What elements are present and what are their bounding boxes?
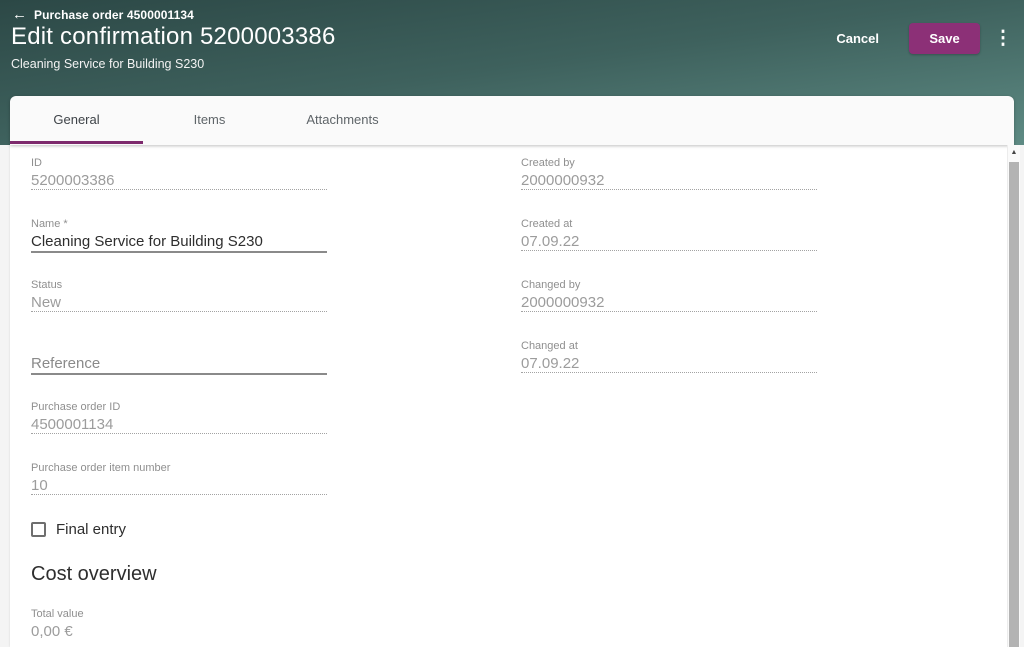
field-purchase-order-id-value: 4500001134: [31, 416, 327, 434]
general-form-panel: ID 5200003386 Name * Status New Purchase…: [10, 145, 1014, 647]
field-reference-label: [31, 340, 327, 352]
field-purchase-order-item-number-label: Purchase order item number: [31, 462, 171, 474]
field-created-at-label: Created at: [521, 218, 573, 230]
scroll-up-icon[interactable]: ▲: [1008, 145, 1020, 161]
tab-general-label: General: [53, 112, 100, 127]
field-total-value-label: Total value: [31, 608, 84, 620]
field-changed-at-label: Changed at: [521, 340, 578, 352]
tab-attachments[interactable]: Attachments: [276, 96, 409, 144]
field-created-by-label: Created by: [521, 157, 575, 169]
field-status: Status New: [31, 279, 327, 312]
field-created-at-value: 07.09.22: [521, 233, 817, 251]
tab-attachments-label: Attachments: [306, 112, 379, 127]
final-entry-checkbox[interactable]: [31, 522, 46, 537]
cost-overview-heading: Cost overview: [31, 563, 157, 585]
save-button[interactable]: Save: [909, 22, 980, 54]
field-purchase-order-id: Purchase order ID 4500001134: [31, 401, 327, 434]
field-created-by-value: 2000000932: [521, 172, 817, 190]
vertical-scrollbar[interactable]: ▲: [1007, 145, 1020, 647]
tab-bar: General Items Attachments: [10, 96, 1014, 145]
page-subtitle: Cleaning Service for Building S230: [11, 57, 205, 71]
back-arrow-icon[interactable]: ←: [12, 7, 27, 22]
final-entry-row[interactable]: Final entry: [31, 521, 126, 538]
field-reference: [31, 340, 327, 375]
cancel-button[interactable]: Cancel: [824, 31, 891, 46]
back-link-label[interactable]: Purchase order 4500001134: [34, 8, 194, 22]
overflow-menu-icon[interactable]: ⋮: [992, 29, 1014, 48]
tab-items-label: Items: [193, 112, 226, 127]
field-total-value-value: 0,00 €: [31, 623, 73, 640]
field-changed-by: Changed by 2000000932: [521, 279, 817, 312]
field-total-value: Total value 0,00 €: [31, 608, 327, 641]
back-link[interactable]: ← Purchase order 4500001134: [12, 7, 194, 22]
active-tab-indicator: [10, 141, 143, 144]
tab-general[interactable]: General: [10, 96, 143, 144]
field-purchase-order-item-number-value: 10: [31, 477, 327, 495]
field-created-at: Created at 07.09.22: [521, 218, 817, 251]
field-changed-at-value: 07.09.22: [521, 355, 817, 373]
field-status-value: New: [31, 294, 327, 312]
field-changed-at: Changed at 07.09.22: [521, 340, 817, 373]
field-id: ID 5200003386: [31, 157, 327, 190]
field-created-by: Created by 2000000932: [521, 157, 817, 190]
header-actions: Cancel Save ⋮: [824, 22, 1016, 54]
field-changed-by-label: Changed by: [521, 279, 581, 291]
reference-input[interactable]: [31, 354, 327, 375]
field-id-value: 5200003386: [31, 172, 327, 190]
name-input[interactable]: [31, 232, 327, 253]
field-purchase-order-id-label: Purchase order ID: [31, 401, 121, 413]
final-entry-label: Final entry: [56, 521, 127, 538]
field-changed-by-value: 2000000932: [521, 294, 817, 312]
scrollbar-thumb[interactable]: [1009, 162, 1019, 647]
tab-items[interactable]: Items: [143, 96, 276, 144]
field-name-label: Name *: [31, 218, 68, 230]
field-name: Name *: [31, 218, 327, 253]
page-title: Edit confirmation 5200003386: [11, 23, 336, 50]
field-status-label: Status: [31, 279, 63, 291]
field-purchase-order-item-number: Purchase order item number 10: [31, 462, 327, 495]
field-id-label: ID: [31, 157, 42, 169]
